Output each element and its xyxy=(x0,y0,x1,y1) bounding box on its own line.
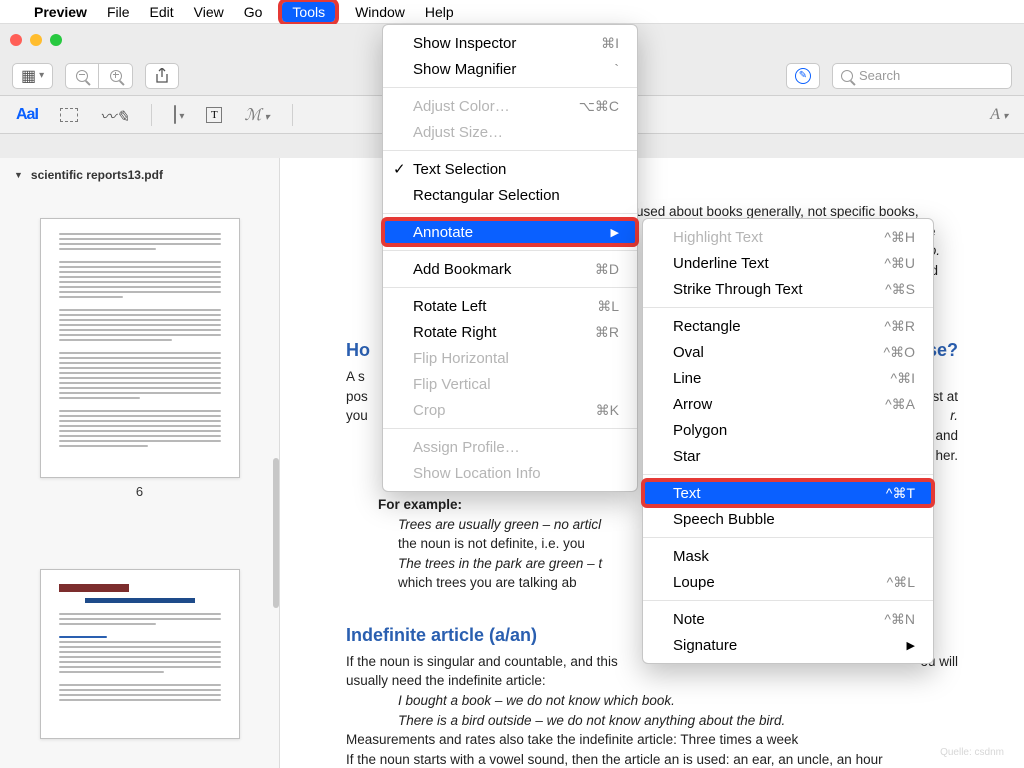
menu-flip-horizontal: Flip Horizontal xyxy=(383,345,637,371)
menu-note[interactable]: Note^⌘N xyxy=(643,606,933,632)
menu-highlight-text: Highlight Text^⌘H xyxy=(643,224,933,250)
menu-window[interactable]: Window xyxy=(355,4,405,20)
menu-arrow[interactable]: Arrow^⌘A xyxy=(643,391,933,417)
menu-annotate[interactable]: Annotate▶ xyxy=(383,219,637,245)
close-window-icon[interactable] xyxy=(10,34,22,46)
menu-file[interactable]: File xyxy=(107,4,130,20)
menu-polygon[interactable]: Polygon xyxy=(643,417,933,443)
menu-flip-vertical: Flip Vertical xyxy=(383,371,637,397)
submenu-arrow-icon: ▶ xyxy=(585,226,619,239)
thumbnail-sidebar: ▼ scientific reports13.pdf 6 xyxy=(0,158,280,768)
checkmark-icon: ✓ xyxy=(393,160,406,178)
menu-star[interactable]: Star xyxy=(643,443,933,469)
menu-mask[interactable]: Mask xyxy=(643,543,933,569)
disclosure-triangle-icon[interactable]: ▼ xyxy=(14,170,23,180)
app-name[interactable]: Preview xyxy=(34,4,87,20)
page-thumbnail-7[interactable] xyxy=(40,569,240,739)
menu-rotate-right[interactable]: Rotate Right⌘R xyxy=(383,319,637,345)
menu-text-selection[interactable]: ✓Text Selection xyxy=(383,156,637,182)
page-thumbnail-label: 6 xyxy=(14,484,265,499)
menu-line[interactable]: Line^⌘I xyxy=(643,365,933,391)
tools-dropdown-menu: Show Inspector⌘I Show Magnifier` Adjust … xyxy=(382,24,638,492)
menu-rectangular-selection[interactable]: Rectangular Selection xyxy=(383,182,637,208)
zoom-in-button[interactable] xyxy=(99,63,133,89)
menu-go[interactable]: Go xyxy=(244,4,263,20)
menu-adjust-size: Adjust Size… xyxy=(383,119,637,145)
signature-tool[interactable]: ℳ▾ xyxy=(244,105,269,125)
sketch-tool[interactable]: 〰✎ xyxy=(100,103,129,127)
markup-toggle-button[interactable]: ✎ xyxy=(786,63,820,89)
minimize-window-icon[interactable] xyxy=(30,34,42,46)
menu-show-location: Show Location Info xyxy=(383,460,637,486)
menu-rectangle[interactable]: Rectangle^⌘R xyxy=(643,313,933,339)
menu-assign-profile: Assign Profile… xyxy=(383,434,637,460)
search-input[interactable]: Search xyxy=(832,63,1012,89)
menu-show-inspector[interactable]: Show Inspector⌘I xyxy=(383,30,637,56)
search-icon xyxy=(841,70,853,82)
watermark: Quelle: csdnm xyxy=(940,747,1004,758)
font-style-popup[interactable]: A▾ xyxy=(990,106,1008,124)
selection-tool[interactable] xyxy=(60,108,78,122)
menu-text[interactable]: Text^⌘T xyxy=(643,480,933,506)
text-box-tool[interactable]: T xyxy=(206,107,222,123)
zoom-out-button[interactable] xyxy=(65,63,99,89)
menu-crop: Crop⌘K xyxy=(383,397,637,423)
annotate-submenu: Highlight Text^⌘H Underline Text^⌘U Stri… xyxy=(642,218,934,664)
menu-loupe[interactable]: Loupe^⌘L xyxy=(643,569,933,595)
search-placeholder: Search xyxy=(859,68,900,83)
menu-rotate-left[interactable]: Rotate Left⌘L xyxy=(383,293,637,319)
shapes-tool[interactable]: ▾ xyxy=(174,106,184,124)
menu-oval[interactable]: Oval^⌘O xyxy=(643,339,933,365)
menu-add-bookmark[interactable]: Add Bookmark⌘D xyxy=(383,256,637,282)
menu-edit[interactable]: Edit xyxy=(150,4,174,20)
menu-signature[interactable]: Signature▶ xyxy=(643,632,933,658)
system-menubar: Preview File Edit View Go Tools Window H… xyxy=(0,0,1024,24)
menu-show-magnifier[interactable]: Show Magnifier` xyxy=(383,56,637,82)
menu-help[interactable]: Help xyxy=(425,4,454,20)
menu-strike-text[interactable]: Strike Through Text^⌘S xyxy=(643,276,933,302)
menu-speech-bubble[interactable]: Speech Bubble xyxy=(643,506,933,532)
menu-underline-text[interactable]: Underline Text^⌘U xyxy=(643,250,933,276)
sidebar-scrollbar[interactable] xyxy=(273,458,279,608)
submenu-arrow-icon: ▶ xyxy=(881,639,915,652)
text-style-tool[interactable]: AaI xyxy=(16,106,38,124)
menu-adjust-color: Adjust Color…⌥⌘C xyxy=(383,93,637,119)
sidebar-doc-header[interactable]: ▼ scientific reports13.pdf xyxy=(14,166,265,192)
share-button[interactable] xyxy=(145,63,179,89)
menu-view[interactable]: View xyxy=(194,4,224,20)
fullscreen-window-icon[interactable] xyxy=(50,34,62,46)
page-thumbnail-6[interactable] xyxy=(40,218,240,478)
sidebar-toggle-button[interactable]: ▦▾ xyxy=(12,63,53,89)
menu-tools[interactable]: Tools xyxy=(282,2,335,22)
document-filename: scientific reports13.pdf xyxy=(31,168,163,182)
